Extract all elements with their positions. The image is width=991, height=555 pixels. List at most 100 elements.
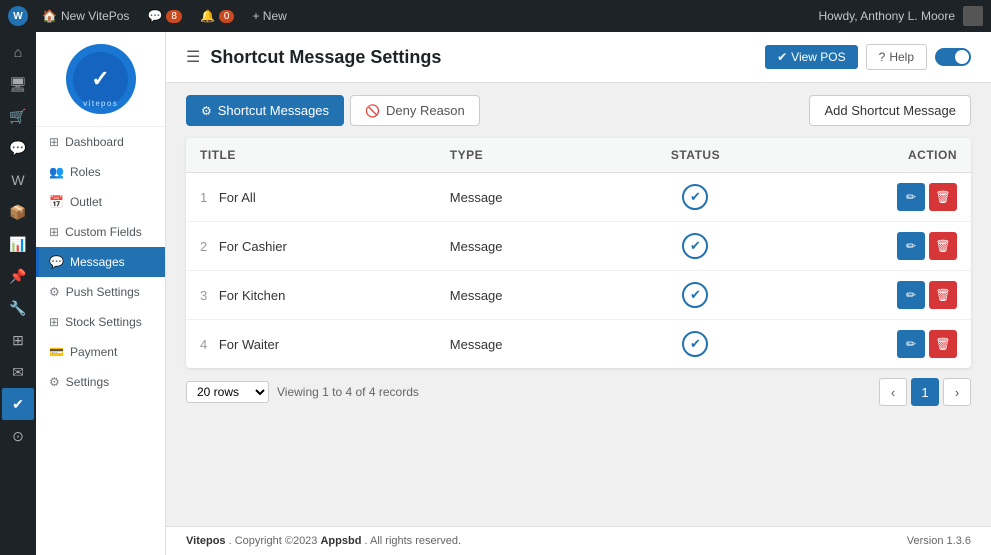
user-avatar: [963, 6, 983, 26]
admin-bar-new[interactable]: + New: [248, 9, 290, 23]
icon-sidebar-pos[interactable]: 🖥: [2, 68, 34, 100]
icon-sidebar-grid[interactable]: ⊞: [2, 324, 34, 356]
sidebar-item-dashboard-label: Dashboard: [65, 135, 124, 149]
icon-sidebar-home[interactable]: ⌂: [2, 36, 34, 68]
cell-title: 2 For Cashier: [186, 222, 436, 271]
custom-fields-icon: ⊞: [49, 225, 59, 239]
edit-button[interactable]: ✏: [897, 232, 925, 260]
delete-button[interactable]: 🗑: [929, 281, 957, 309]
cell-status: ✔: [611, 222, 779, 271]
admin-bar-updates[interactable]: 🔔 0: [196, 9, 239, 23]
payment-icon: 💳: [49, 345, 64, 359]
icon-sidebar-tools[interactable]: 🔧: [2, 292, 34, 324]
cell-status: ✔: [611, 173, 779, 222]
icon-sidebar-check[interactable]: ✔: [2, 388, 34, 420]
wp-logo-icon[interactable]: W: [8, 6, 28, 26]
edit-button[interactable]: ✏: [897, 330, 925, 358]
view-pos-button[interactable]: ✔ View POS: [765, 45, 858, 69]
table-row: 1 For All Message ✔ ✏ 🗑: [186, 173, 971, 222]
sidebar-item-messages[interactable]: 💬 Messages: [36, 247, 165, 277]
icon-sidebar-analytics[interactable]: 📊: [2, 228, 34, 260]
tab-deny-reason[interactable]: 🚫 Deny Reason: [350, 95, 480, 126]
cell-type: Message: [436, 271, 612, 320]
header-actions: ✔ View POS ? Help: [765, 44, 971, 70]
theme-toggle[interactable]: [935, 48, 971, 66]
sidebar-item-payment-label: Payment: [70, 345, 117, 359]
icon-sidebar-circle[interactable]: ⊙: [2, 420, 34, 452]
cell-type: Message: [436, 222, 612, 271]
row-number: 2: [200, 239, 207, 254]
row-title: For All: [219, 190, 256, 205]
sidebar-item-stock-settings[interactable]: ⊞ Stock Settings: [36, 307, 165, 337]
icon-sidebar-woo[interactable]: W: [2, 164, 34, 196]
action-buttons: ✏ 🗑: [793, 232, 957, 260]
cell-action: ✏ 🗑: [779, 320, 971, 369]
page-1-button[interactable]: 1: [911, 378, 939, 406]
header-left: ☰ Shortcut Message Settings: [186, 47, 441, 68]
table-row: 3 For Kitchen Message ✔ ✏ 🗑: [186, 271, 971, 320]
edit-button[interactable]: ✏: [897, 183, 925, 211]
view-pos-checkmark-icon: ✔: [777, 50, 787, 64]
push-settings-icon: ⚙: [49, 285, 60, 299]
cell-title: 3 For Kitchen: [186, 271, 436, 320]
sidebar-item-settings-label: Settings: [66, 375, 109, 389]
icon-sidebar-products[interactable]: 📦: [2, 196, 34, 228]
row-number: 4: [200, 337, 207, 352]
delete-button[interactable]: 🗑: [929, 183, 957, 211]
sidebar-item-payment[interactable]: 💳 Payment: [36, 337, 165, 367]
table-header-row: TITLE TYPE STATUS ACTION: [186, 138, 971, 173]
cell-status: ✔: [611, 271, 779, 320]
logo-image: ✓ vitepos: [66, 44, 136, 114]
sidebar-item-push-settings[interactable]: ⚙ Push Settings: [36, 277, 165, 307]
table-row: 4 For Waiter Message ✔ ✏ 🗑: [186, 320, 971, 369]
next-page-button[interactable]: ›: [943, 378, 971, 406]
add-shortcut-message-button[interactable]: Add Shortcut Message: [809, 95, 971, 126]
icon-sidebar-chat[interactable]: 💬: [2, 132, 34, 164]
delete-button[interactable]: 🗑: [929, 330, 957, 358]
shortcut-messages-tab-icon: ⚙: [201, 104, 212, 118]
sidebar-item-custom-fields-label: Custom Fields: [65, 225, 142, 239]
edit-button[interactable]: ✏: [897, 281, 925, 309]
sidebar-item-roles[interactable]: 👥 Roles: [36, 157, 165, 187]
footer-brand: Vitepos: [186, 535, 226, 547]
help-button[interactable]: ? Help: [866, 44, 927, 70]
tab-shortcut-messages[interactable]: ⚙ Shortcut Messages: [186, 95, 344, 126]
icon-sidebar-pin[interactable]: 📌: [2, 260, 34, 292]
footer-copyright: Vitepos . Copyright ©2023 Appsbd . All r…: [186, 535, 461, 547]
hamburger-icon[interactable]: ☰: [186, 47, 200, 67]
cell-type: Message: [436, 173, 612, 222]
admin-bar-comments[interactable]: 💬 8: [143, 9, 186, 23]
sidebar-item-roles-label: Roles: [70, 165, 101, 179]
sidebar-item-dashboard[interactable]: ⊞ Dashboard: [36, 127, 165, 157]
sidebar-item-messages-label: Messages: [70, 255, 125, 269]
outlet-icon: 📅: [49, 195, 64, 209]
shortcut-messages-table: TITLE TYPE STATUS ACTION 1 For All Messa…: [186, 138, 971, 368]
sidebar-item-settings[interactable]: ⚙ Settings: [36, 367, 165, 397]
table-footer: 20 rows 50 rows 100 rows Viewing 1 to 4 …: [186, 368, 971, 416]
rows-info: 20 rows 50 rows 100 rows Viewing 1 to 4 …: [186, 381, 419, 403]
cell-title: 4 For Waiter: [186, 320, 436, 369]
row-title: For Cashier: [219, 239, 287, 254]
help-icon: ?: [879, 50, 886, 64]
admin-bar-site[interactable]: 🏠 New VitePos: [38, 9, 133, 23]
rows-per-page-select[interactable]: 20 rows 50 rows 100 rows: [186, 381, 269, 403]
icon-sidebar-mail[interactable]: ✉: [2, 356, 34, 388]
sidebar-item-custom-fields[interactable]: ⊞ Custom Fields: [36, 217, 165, 247]
delete-button[interactable]: 🗑: [929, 232, 957, 260]
footer-version: Version 1.3.6: [907, 535, 971, 547]
sidebar-item-outlet-label: Outlet: [70, 195, 102, 209]
status-active-icon: ✔: [682, 331, 708, 357]
icon-sidebar-cart[interactable]: 🛒: [2, 100, 34, 132]
sidebar-item-push-settings-label: Push Settings: [66, 285, 140, 299]
sidebar-item-outlet[interactable]: 📅 Outlet: [36, 187, 165, 217]
status-active-icon: ✔: [682, 233, 708, 259]
admin-bar: W 🏠 New VitePos 💬 8 🔔 0 + New Howdy, Ant…: [0, 0, 991, 32]
footer-rights: . All rights reserved.: [365, 535, 462, 547]
main-content: ☰ Shortcut Message Settings ✔ View POS ?…: [166, 32, 991, 555]
logo-check-icon: ✓: [91, 66, 109, 92]
sidebar-item-stock-settings-label: Stock Settings: [65, 315, 142, 329]
admin-bar-howdy: Howdy, Anthony L. Moore: [818, 9, 955, 23]
cell-type: Message: [436, 320, 612, 369]
tabs-left: ⚙ Shortcut Messages 🚫 Deny Reason: [186, 95, 480, 126]
prev-page-button[interactable]: ‹: [879, 378, 907, 406]
